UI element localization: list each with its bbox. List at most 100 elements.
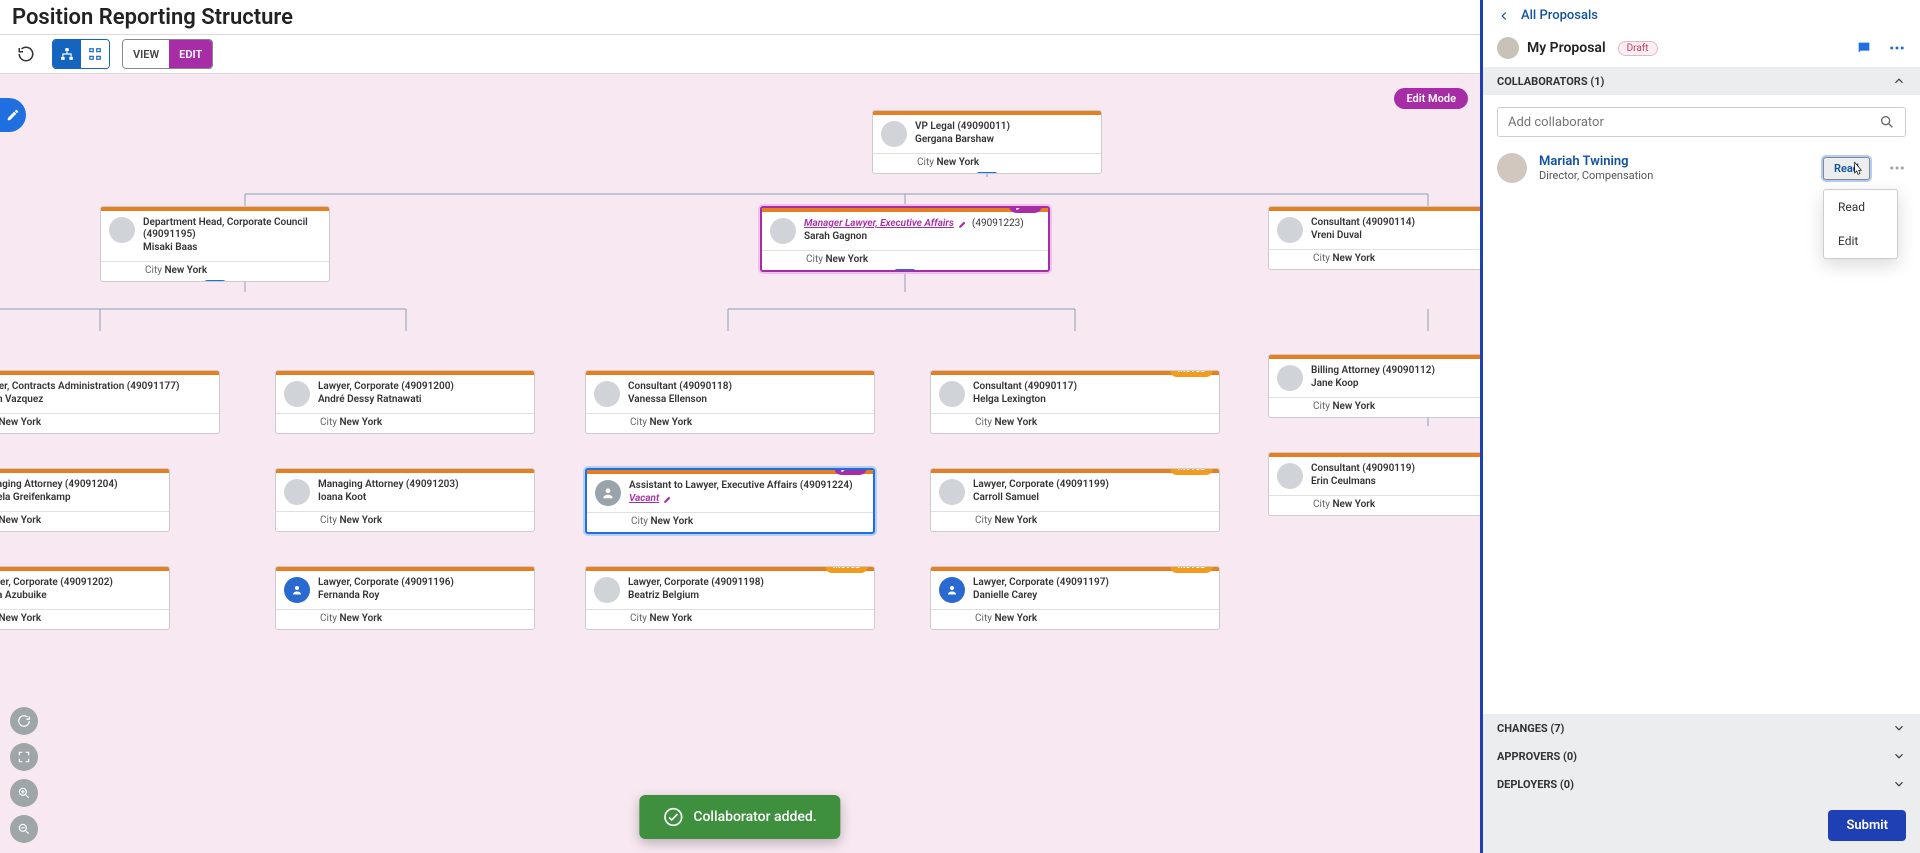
- card-title: Lawyer, Corporate (49091202): [0, 577, 161, 589]
- proposal-title: My Proposal: [1527, 40, 1606, 56]
- card-name: Jane Koop: [1311, 378, 1480, 391]
- collaborator-role: Director, Compensation: [1539, 169, 1653, 182]
- toast-collaborator-added: Collaborator added.: [639, 795, 840, 839]
- avatar: [1277, 217, 1303, 243]
- card-title: Leader, Contracts Administration (490911…: [0, 381, 211, 393]
- connectors: [0, 74, 1480, 853]
- avatar: [284, 381, 310, 407]
- card-name: Vanessa Ellenson: [628, 394, 866, 407]
- card-lawyer-fernanda[interactable]: Lawyer, Corporate (49091196) Fernanda Ro…: [275, 566, 535, 630]
- card-name: Beatriz Belgium: [628, 590, 866, 603]
- collaborator-avatar: [1497, 153, 1527, 183]
- submit-button[interactable]: Submit: [1828, 810, 1906, 841]
- card-manager-lawyer[interactable]: 1 Manager Lawyer, Executive Affairs (490…: [760, 206, 1050, 272]
- card-billing-attorney[interactable]: Billing Attorney (49090112) Jane Koop Ci…: [1268, 354, 1480, 418]
- org-chart-canvas[interactable]: Edit Mode: [0, 74, 1480, 853]
- hierarchy-flat-button[interactable]: [81, 40, 109, 68]
- card-name: Gergana Barshaw: [915, 134, 1093, 147]
- card-lawyer-carroll[interactable]: Moved Lawyer, Corporate (49091199) Carro…: [930, 468, 1220, 532]
- card-title: VP Legal (49090011): [915, 121, 1093, 133]
- card-name: André Dessy Ratnawati: [318, 394, 526, 407]
- card-name: Ioana Koot: [318, 492, 526, 505]
- card-consultant-helga[interactable]: Moved Consultant (49090117) Helga Lexing…: [930, 370, 1220, 434]
- view-mode-button[interactable]: VIEW: [123, 40, 169, 68]
- child-count[interactable]: 6: [204, 280, 226, 282]
- card-vp-legal[interactable]: VP Legal (49090011) Gergana Barshaw City…: [872, 110, 1102, 174]
- card-managing-attorney-daniela[interactable]: Managing Attorney (49091204) Daniela Gre…: [0, 468, 170, 532]
- card-city: City New York: [931, 414, 1219, 433]
- card-title: Billing Attorney (49090112): [1311, 365, 1480, 377]
- perm-option-edit[interactable]: Edit: [1824, 224, 1897, 258]
- card-name: Aisha Azubuike: [0, 590, 161, 603]
- card-city: City New York: [0, 414, 219, 433]
- child-count[interactable]: 8: [976, 172, 998, 174]
- card-title: Manager Lawyer, Executive Affairs: [804, 218, 954, 230]
- card-city: City New York: [101, 262, 329, 281]
- card-city: City New York: [0, 512, 169, 531]
- card-city: City New York: [1269, 496, 1480, 515]
- section-collaborators[interactable]: COLLABORATORS (1): [1483, 67, 1920, 95]
- add-collaborator-search[interactable]: [1497, 107, 1906, 137]
- perm-option-read[interactable]: Read: [1824, 190, 1897, 224]
- reset-button[interactable]: [10, 707, 38, 735]
- permission-button[interactable]: Read: [1823, 157, 1870, 180]
- edit-badge: 1: [1009, 206, 1042, 213]
- zoom-out-button[interactable]: [10, 815, 38, 843]
- card-name: Carroll Samuel: [973, 492, 1211, 505]
- card-city: City New York: [1269, 250, 1480, 269]
- page-title: Position Reporting Structure: [12, 5, 293, 30]
- edit-mode-button[interactable]: EDIT: [169, 40, 212, 68]
- avatar: [939, 381, 965, 407]
- card-title: Managing Attorney (49091203): [318, 479, 526, 491]
- hierarchy-tree-button[interactable]: [53, 40, 81, 68]
- card-city: City New York: [587, 513, 873, 532]
- zoom-in-button[interactable]: [10, 779, 38, 807]
- card-lawyer-aisha[interactable]: Lawyer, Corporate (49091202) Aisha Azubu…: [0, 566, 170, 630]
- card-consultant-erin[interactable]: Consultant (49090119) Erin Ceulmans City…: [1268, 452, 1480, 516]
- moved-badge: Moved: [825, 566, 868, 573]
- card-title: Lawyer, Corporate (49091200): [318, 381, 526, 393]
- edit-badge: 1: [834, 468, 867, 475]
- card-name: Sarah Gagnon: [804, 231, 1040, 244]
- comment-icon[interactable]: [1856, 40, 1872, 56]
- card-consultant-vanessa[interactable]: Consultant (49090118) Vanessa Ellenson C…: [585, 370, 875, 434]
- card-title: Consultant (49090118): [628, 381, 866, 393]
- section-changes[interactable]: CHANGES (7): [1483, 714, 1920, 742]
- card-city: City New York: [931, 610, 1219, 629]
- edit-fab[interactable]: [0, 98, 26, 132]
- add-collaborator-input[interactable]: [1508, 115, 1871, 130]
- avatar: [1277, 365, 1303, 391]
- card-lawyer-beatriz[interactable]: Moved Lawyer, Corporate (49091198) Beatr…: [585, 566, 875, 630]
- pencil-icon: [958, 219, 968, 229]
- card-city: City New York: [762, 251, 1048, 270]
- collaborator-name[interactable]: Mariah Twining: [1539, 154, 1653, 169]
- card-lawyer-andre[interactable]: Lawyer, Corporate (49091200) André Dessy…: [275, 370, 535, 434]
- card-name: Misaki Baas: [143, 242, 321, 255]
- child-count[interactable]: 6: [894, 269, 916, 272]
- card-dept-head[interactable]: Department Head, Corporate Council (4909…: [100, 206, 330, 282]
- proposal-avatar: [1497, 37, 1519, 59]
- card-managing-attorney-ioana[interactable]: Managing Attorney (49091203) Ioana Koot …: [275, 468, 535, 532]
- card-leader-contracts[interactable]: Leader, Contracts Administration (490911…: [0, 370, 220, 434]
- fullscreen-button[interactable]: [10, 743, 38, 771]
- card-assistant-vacant[interactable]: 1 Assistant to Lawyer, Executive Affairs…: [585, 468, 875, 534]
- section-deployers[interactable]: DEPLOYERS (0): [1483, 770, 1920, 798]
- moved-badge: Moved: [1170, 566, 1213, 573]
- avatar: [595, 480, 621, 506]
- refresh-button[interactable]: [12, 40, 40, 68]
- card-city: City New York: [276, 414, 534, 433]
- card-lawyer-danielle[interactable]: Moved Lawyer, Corporate (49091197) Danie…: [930, 566, 1220, 630]
- more-icon[interactable]: [1888, 39, 1906, 57]
- card-title: Lawyer, Corporate (49091198): [628, 577, 866, 589]
- row-more-icon[interactable]: [1888, 159, 1906, 177]
- card-city: City New York: [276, 512, 534, 531]
- section-approvers[interactable]: APPROVERS (0): [1483, 742, 1920, 770]
- card-title-id: (49091223): [972, 218, 1024, 230]
- view-edit-toggle: VIEW EDIT: [122, 39, 213, 69]
- back-icon[interactable]: [1497, 9, 1511, 23]
- back-all-proposals-link[interactable]: All Proposals: [1521, 8, 1598, 23]
- avatar: [939, 577, 965, 603]
- chevron-up-icon: [1892, 74, 1906, 88]
- avatar: [284, 577, 310, 603]
- card-consultant-vreni[interactable]: Consultant (49090114) Vreni Duval City N…: [1268, 206, 1480, 270]
